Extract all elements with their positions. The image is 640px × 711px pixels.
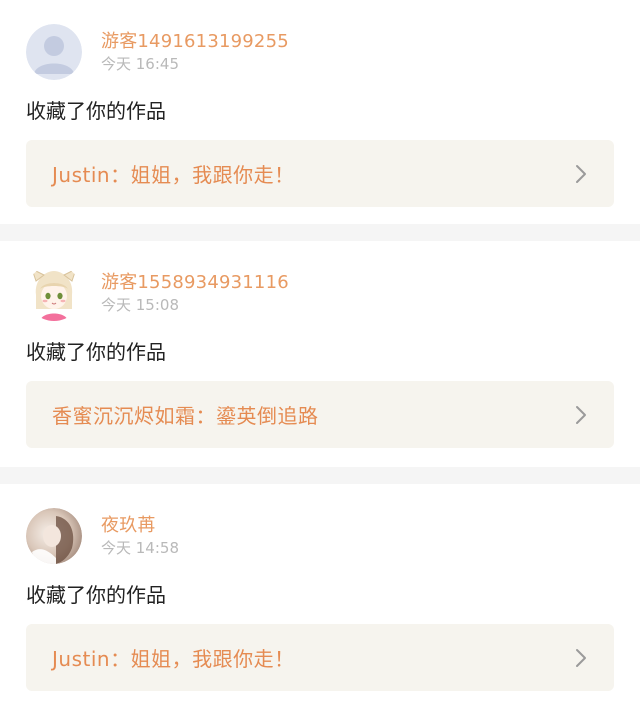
chevron-right-icon <box>576 405 586 424</box>
username-link[interactable]: 夜玖苒 <box>101 515 179 537</box>
work-title: Justin：姐姐，我跟你走！ <box>52 163 295 187</box>
timestamp: 今天 16:45 <box>101 55 179 73</box>
anime-girl-avatar-icon[interactable] <box>26 265 82 321</box>
card-separator <box>0 467 640 484</box>
photo-avatar-icon[interactable] <box>26 508 82 564</box>
username-link[interactable]: 游客1558934931116 <box>101 272 289 294</box>
notification-header: 游客1558934931116 今天 15:08 <box>26 265 289 321</box>
work-title: Justin：姐姐，我跟你走！ <box>52 647 295 671</box>
notification-card: 夜玖苒 今天 14:58 收藏了你的作品 Justin：姐姐，我跟你走！ <box>0 484 640 710</box>
work-link-card[interactable]: 香蜜沉沉烬如霜：鎏英倒追路 <box>26 381 614 448</box>
action-text: 收藏了你的作品 <box>26 583 166 607</box>
timestamp: 今天 15:08 <box>101 296 179 314</box>
notification-card: 游客1558934931116 今天 15:08 收藏了你的作品 香蜜沉沉烬如霜… <box>0 241 640 467</box>
notification-header: 游客1491613199255 今天 16:45 <box>26 24 289 80</box>
chevron-right-icon <box>576 164 586 183</box>
action-text: 收藏了你的作品 <box>26 99 166 123</box>
timestamp: 今天 14:58 <box>101 539 179 557</box>
notification-card: 游客1491613199255 今天 16:45 收藏了你的作品 Justin：… <box>0 0 640 224</box>
user-meta: 游客1558934931116 今天 15:08 <box>101 272 289 314</box>
notification-feed: 游客1491613199255 今天 16:45 收藏了你的作品 Justin：… <box>0 0 640 710</box>
notification-header: 夜玖苒 今天 14:58 <box>26 508 179 564</box>
default-user-avatar-icon[interactable] <box>26 24 82 80</box>
work-link-card[interactable]: Justin：姐姐，我跟你走！ <box>26 140 614 207</box>
username-link[interactable]: 游客1491613199255 <box>101 31 289 53</box>
chevron-right-icon <box>576 648 586 667</box>
work-title: 香蜜沉沉烬如霜：鎏英倒追路 <box>52 404 319 428</box>
card-separator <box>0 224 640 241</box>
user-meta: 游客1491613199255 今天 16:45 <box>101 31 289 73</box>
work-link-card[interactable]: Justin：姐姐，我跟你走！ <box>26 624 614 691</box>
user-meta: 夜玖苒 今天 14:58 <box>101 515 179 557</box>
action-text: 收藏了你的作品 <box>26 340 166 364</box>
